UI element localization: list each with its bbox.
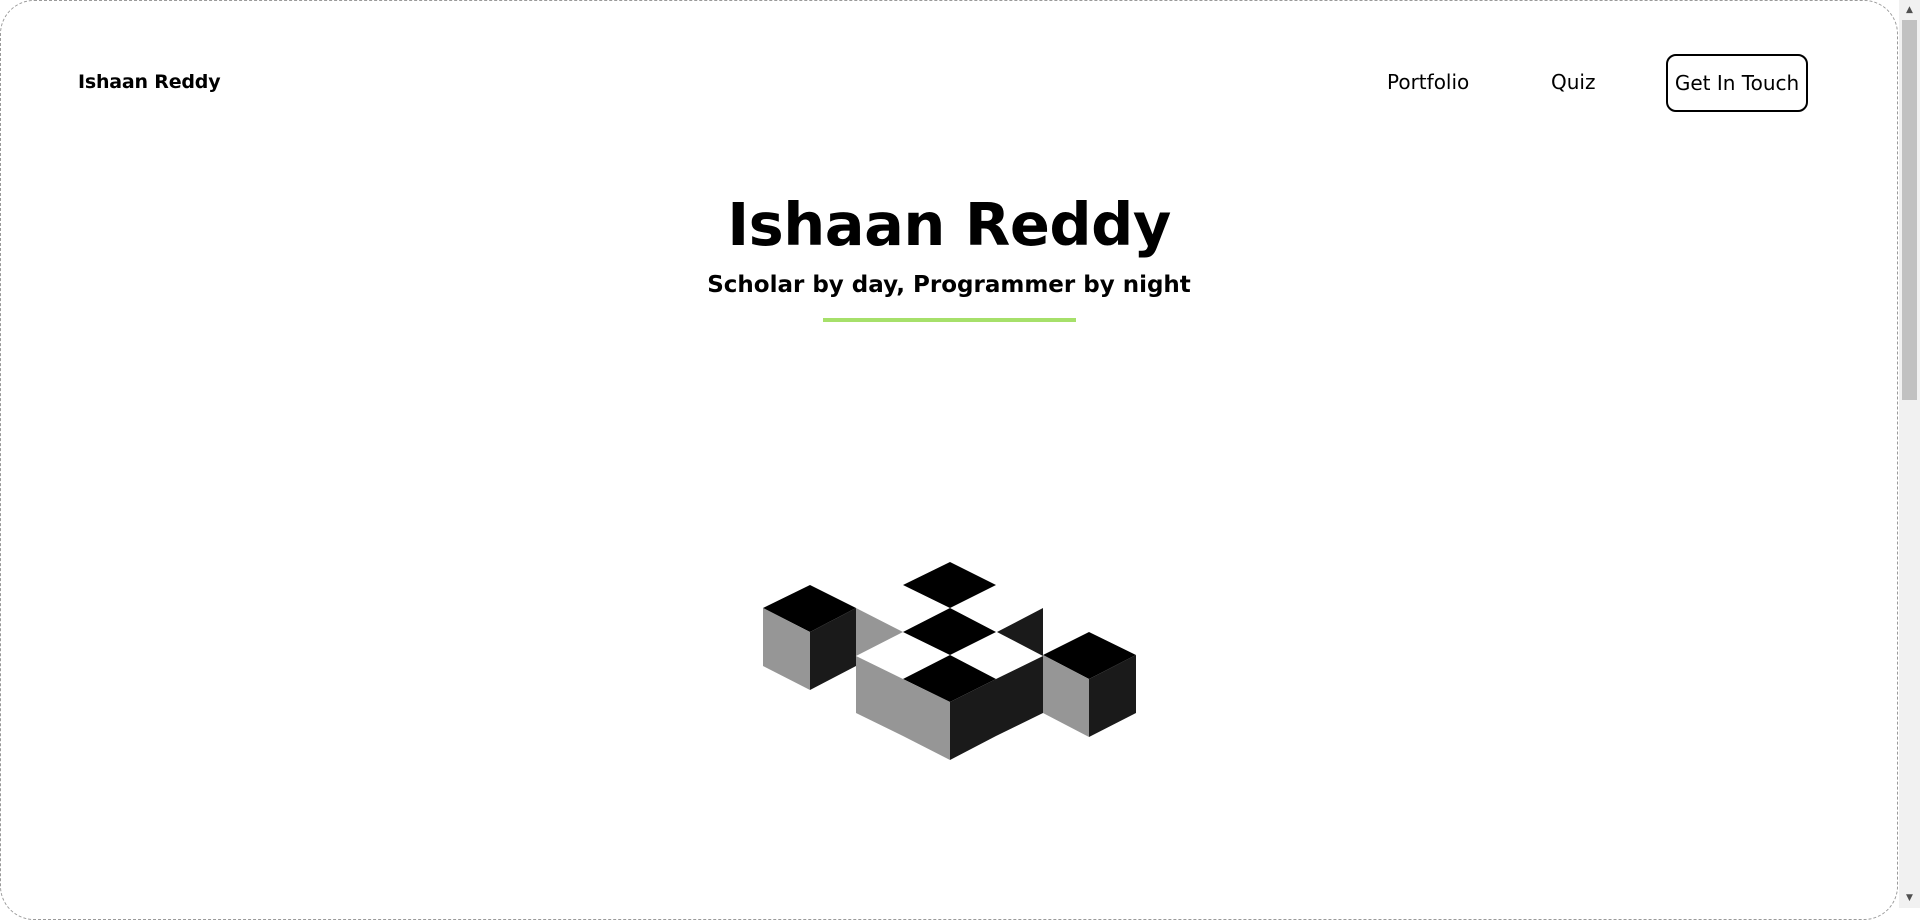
cube-right — [1043, 632, 1136, 737]
isometric-cubes-icon — [763, 562, 1136, 760]
vertical-scrollbar[interactable]: ▲ ▼ — [1899, 0, 1920, 908]
cube-center-back — [856, 656, 903, 736]
scrollbar-thumb[interactable] — [1902, 20, 1917, 400]
cube-left — [763, 585, 856, 690]
cube-center — [903, 655, 1043, 760]
cube-shadow-left — [856, 608, 903, 656]
floating-diamond-middle — [903, 608, 996, 655]
scroll-down-icon[interactable]: ▼ — [1899, 890, 1920, 906]
floating-diamond-top — [903, 562, 996, 608]
scroll-up-icon[interactable]: ▲ — [1899, 2, 1920, 18]
cube-shadow-right — [997, 608, 1043, 656]
